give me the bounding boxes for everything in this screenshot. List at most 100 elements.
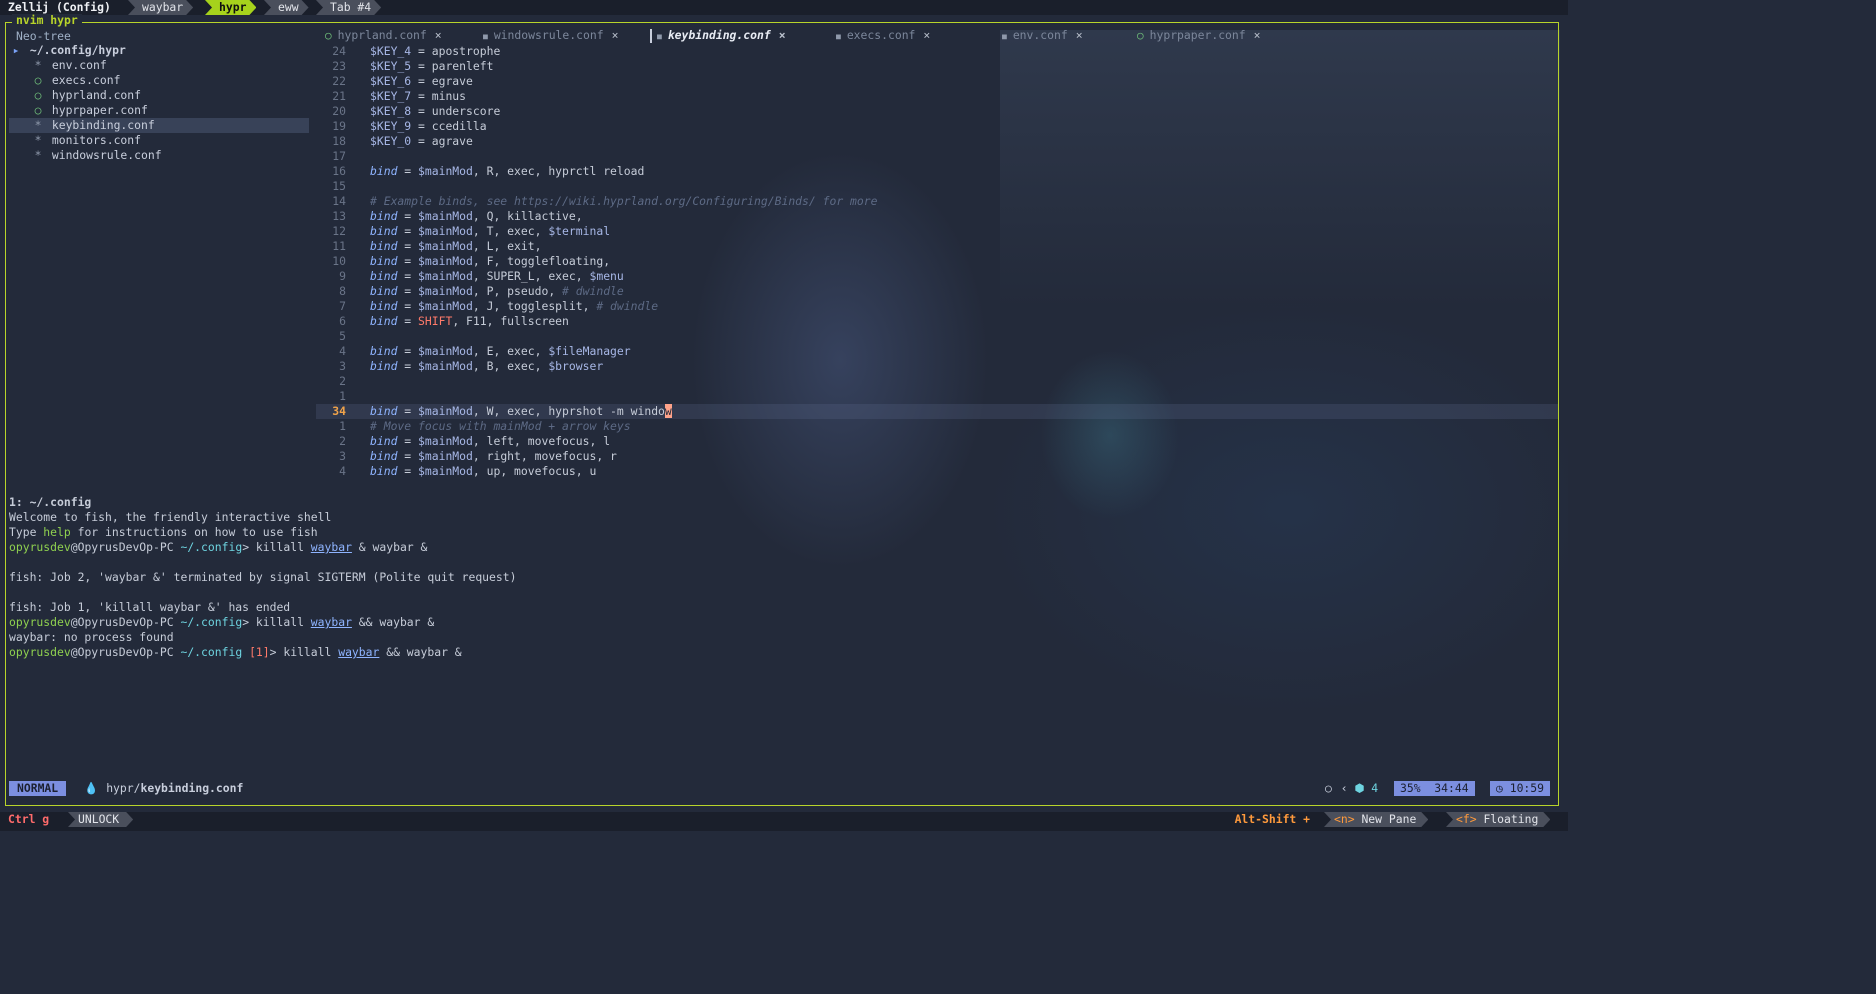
tree-file-item[interactable]: ○ execs.conf	[9, 73, 309, 88]
buffer-tab[interactable]: ■ execs.conf ×	[836, 28, 930, 43]
tree-file-item[interactable]: * keybinding.conf	[9, 118, 309, 133]
close-icon[interactable]: ×	[1254, 28, 1261, 42]
token: =	[397, 209, 419, 223]
token: 1: ~/.config	[9, 495, 92, 509]
token: , J, togglesplit,	[472, 299, 597, 313]
token: , P, pseudo,	[472, 284, 563, 298]
line-text: $KEY_8 = underscore	[370, 104, 500, 119]
command-link[interactable]: waybar	[338, 645, 379, 659]
code-line: 11 bind = $mainMod, L, exit,	[316, 239, 1558, 254]
token: =	[397, 464, 419, 478]
tree-file-item[interactable]: ○ hyprland.conf	[9, 88, 309, 103]
terminal-line: opyrusdev@OpyrusDevOp-PC ~/.config> kill…	[9, 615, 434, 630]
tree-file-label: windowsrule.conf	[51, 148, 162, 162]
command-link[interactable]: waybar	[311, 540, 352, 554]
terminal-line: Type help for instructions on how to use…	[9, 525, 318, 540]
token: bind	[370, 209, 398, 223]
hint-floating[interactable]: <f> Floating	[1446, 812, 1550, 827]
file-icon: ■	[483, 32, 488, 41]
token: bind	[370, 269, 398, 283]
statusline-percent-position: 35% 34:44	[1394, 781, 1475, 796]
terminal-line: opyrusdev@OpyrusDevOp-PC ~/.config [1]> …	[9, 645, 462, 660]
token: =	[397, 164, 419, 178]
code-line: 24 $KEY_4 = apostrophe	[316, 44, 1558, 59]
token: # Example binds, see https://wiki.hyprla…	[370, 194, 878, 208]
line-text: bind = $mainMod, B, exec, $browser	[370, 359, 603, 374]
token: $mainMod	[418, 164, 473, 178]
statusline-icons: ○ ‹ ⬢ 4	[1325, 781, 1378, 796]
tree-root[interactable]: ▸ ~/.config/hypr	[9, 43, 309, 58]
token: = agrave	[411, 134, 473, 148]
line-number: 4	[339, 344, 346, 358]
line-number: 3	[339, 359, 346, 373]
buffer-tab[interactable]: ■ keybinding.conf ×	[657, 28, 786, 43]
close-icon[interactable]: ×	[612, 28, 619, 42]
token: = underscore	[411, 104, 501, 118]
code-line: 2	[316, 374, 1558, 389]
buffer-tab[interactable]: ■ windowsrule.conf ×	[483, 28, 618, 43]
token: bind	[370, 284, 398, 298]
token: bind	[370, 224, 398, 238]
chevron-left-icon: ‹	[1340, 781, 1348, 795]
token: = ccedilla	[411, 119, 487, 133]
token: for instructions on how to use fish	[70, 525, 318, 539]
token: ~/.config	[180, 615, 243, 629]
tree-file-item[interactable]: * monitors.conf	[9, 133, 309, 148]
zellij-tab-waybar[interactable]: waybar	[128, 0, 193, 15]
token: , W, exec, hyprshot -m windo	[472, 404, 665, 418]
close-icon[interactable]: ×	[779, 28, 786, 42]
line-number: 8	[339, 284, 346, 298]
tree-file-item[interactable]: ○ hyprpaper.conf	[9, 103, 309, 118]
tree-file-item[interactable]: * env.conf	[9, 58, 309, 73]
buffer-tab[interactable]: ○ hyprpaper.conf ×	[1137, 28, 1261, 43]
hint-new-pane[interactable]: <n> New Pane	[1324, 812, 1428, 827]
token: bind	[370, 239, 398, 253]
code-line: 12 bind = $mainMod, T, exec, $terminal	[316, 224, 1558, 239]
code-line: 10 bind = $mainMod, F, togglefloating,	[316, 254, 1558, 269]
close-icon[interactable]: ×	[435, 28, 442, 42]
line-number: 18	[332, 134, 346, 148]
alt-shift-modifier: Alt-Shift +	[1234, 812, 1310, 826]
token: > killall	[242, 615, 311, 629]
hint-label: New Pane	[1361, 812, 1417, 826]
token: $mainMod	[418, 404, 473, 418]
zellij-tab-hypr[interactable]: hypr	[205, 0, 256, 15]
close-icon[interactable]: ×	[1076, 28, 1083, 42]
close-icon[interactable]: ×	[923, 28, 930, 42]
token: = parenleft	[411, 59, 494, 73]
code-line: 17	[316, 149, 1558, 164]
token: =	[397, 449, 419, 463]
token: , B, exec,	[472, 359, 549, 373]
zellij-tab-4[interactable]: Tab #4	[316, 0, 381, 15]
code-line: 15	[316, 179, 1558, 194]
token: , R, exec, hyprctl reload	[472, 164, 645, 178]
buffer-tab-label: execs.conf	[846, 28, 916, 42]
token: ~/.config	[180, 645, 243, 659]
circle-icon: ○	[1325, 781, 1332, 795]
terminal-line: opyrusdev@OpyrusDevOp-PC ~/.config> kill…	[9, 540, 427, 555]
tree-file-item[interactable]: * windowsrule.conf	[9, 148, 309, 163]
line-number: 14	[332, 194, 346, 208]
token: $KEY_0	[370, 134, 412, 148]
code-line: 4 bind = $mainMod, up, movefocus, u	[316, 464, 1558, 479]
token: > killall	[242, 540, 311, 554]
command-link[interactable]: waybar	[311, 615, 352, 629]
line-text: $KEY_4 = apostrophe	[370, 44, 500, 59]
token: $mainMod	[418, 299, 473, 313]
line-number: 1	[339, 419, 346, 433]
tree-file-label: monitors.conf	[51, 133, 142, 147]
zellij-tab-eww[interactable]: eww	[264, 0, 309, 15]
token: waybar: no process found	[9, 630, 174, 644]
unlock-mode[interactable]: UNLOCK	[68, 812, 133, 827]
token: bind	[370, 164, 398, 178]
tree-file-label: env.conf	[51, 58, 107, 72]
token: =	[397, 284, 419, 298]
buffer-tab[interactable]: ○ hyprland.conf ×	[325, 28, 442, 43]
code-line: 22 $KEY_6 = egrave	[316, 74, 1558, 89]
terminal-line: fish: Job 1, 'killall waybar &' has ende…	[9, 600, 290, 615]
buffer-tab[interactable]: ■ env.conf ×	[1002, 28, 1083, 43]
file-icon: ■	[1002, 32, 1007, 41]
zellij-status-bar: Ctrl g UNLOCK Alt-Shift + <n> New Pane <…	[0, 812, 1568, 831]
line-number: 23	[332, 59, 346, 73]
line-number: 22	[332, 74, 346, 88]
